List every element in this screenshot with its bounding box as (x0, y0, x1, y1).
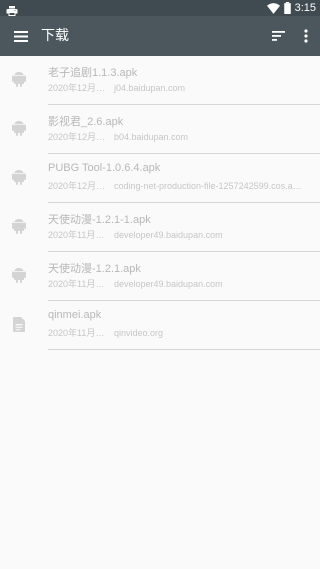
file-name: PUBG Tool-1.0.6.4.apk (48, 162, 161, 174)
file-name: 老子追剧1.1.3.apk (48, 67, 138, 79)
battery-icon (283, 0, 291, 18)
download-item[interactable]: PUBG Tool-1.0.6.4.apk 2020年12月… coding-ne… (0, 154, 320, 203)
file-meta: 2020年11月… developer49.baidupan.com (48, 277, 223, 290)
sort-icon[interactable] (268, 25, 288, 47)
file-meta: 2020年12月… b04.baidupan.com (48, 130, 188, 143)
android-icon (10, 70, 28, 88)
file-meta: 2020年11月… qinvideo.org (48, 326, 163, 339)
downloads-list: 老子追剧1.1.3.apk 2020年12月… j04.baidupan.com … (0, 56, 320, 350)
android-icon (10, 168, 28, 186)
clock-text: 3:15 (294, 2, 316, 14)
more-vert-icon[interactable] (296, 25, 316, 47)
download-item[interactable]: 天使动漫-1.2.1.apk 2020年11月… developer49.baid… (0, 252, 320, 301)
app-bar: 下载 (0, 16, 320, 56)
download-item[interactable]: qinmei.apk 2020年11月… qinvideo.org (0, 301, 320, 350)
download-date: 2020年11月… (48, 279, 105, 289)
download-date: 2020年12月… (48, 132, 106, 142)
file-name: qinmei.apk (48, 309, 102, 321)
download-date: 2020年11月… (48, 328, 105, 338)
download-host: b04.baidupan.com (114, 132, 189, 142)
file-name: 天使动漫-1.2.1.apk (48, 263, 141, 275)
menu-icon[interactable] (10, 25, 32, 47)
divider (48, 349, 320, 350)
download-host: coding-net-production-file-1257242599.co… (114, 181, 302, 191)
wifi-icon (266, 0, 280, 18)
file-name: 影视君_2.6.apk (48, 116, 124, 128)
android-icon (10, 217, 28, 235)
android-icon (10, 266, 28, 284)
print-icon (6, 2, 18, 16)
android-icon (10, 119, 28, 137)
file-meta: 2020年12月… j04.baidupan.com (48, 81, 185, 94)
download-host: qinvideo.org (114, 328, 164, 338)
file-icon (10, 315, 28, 333)
file-meta: 2020年11月… developer49.baidupan.com (48, 228, 223, 241)
download-host: developer49.baidupan.com (114, 279, 223, 289)
download-date: 2020年12月… (48, 181, 106, 191)
download-host: developer49.baidupan.com (114, 230, 223, 240)
file-name: 天使动漫-1.2.1-1.apk (48, 214, 151, 226)
download-date: 2020年11月… (48, 230, 105, 240)
download-item[interactable]: 影视君_2.6.apk 2020年12月… b04.baidupan.com (0, 105, 320, 154)
page-title: 下载 (41, 28, 69, 44)
file-meta: 2020年12月… coding-net-production-file-1257… (48, 179, 302, 192)
download-date: 2020年12月… (48, 83, 106, 93)
download-item[interactable]: 老子追剧1.1.3.apk 2020年12月… j04.baidupan.com (0, 56, 320, 105)
status-bar: 3:15 (0, 0, 320, 16)
download-host: j04.baidupan.com (114, 83, 186, 93)
download-item[interactable]: 天使动漫-1.2.1-1.apk 2020年11月… developer49.ba… (0, 203, 320, 252)
